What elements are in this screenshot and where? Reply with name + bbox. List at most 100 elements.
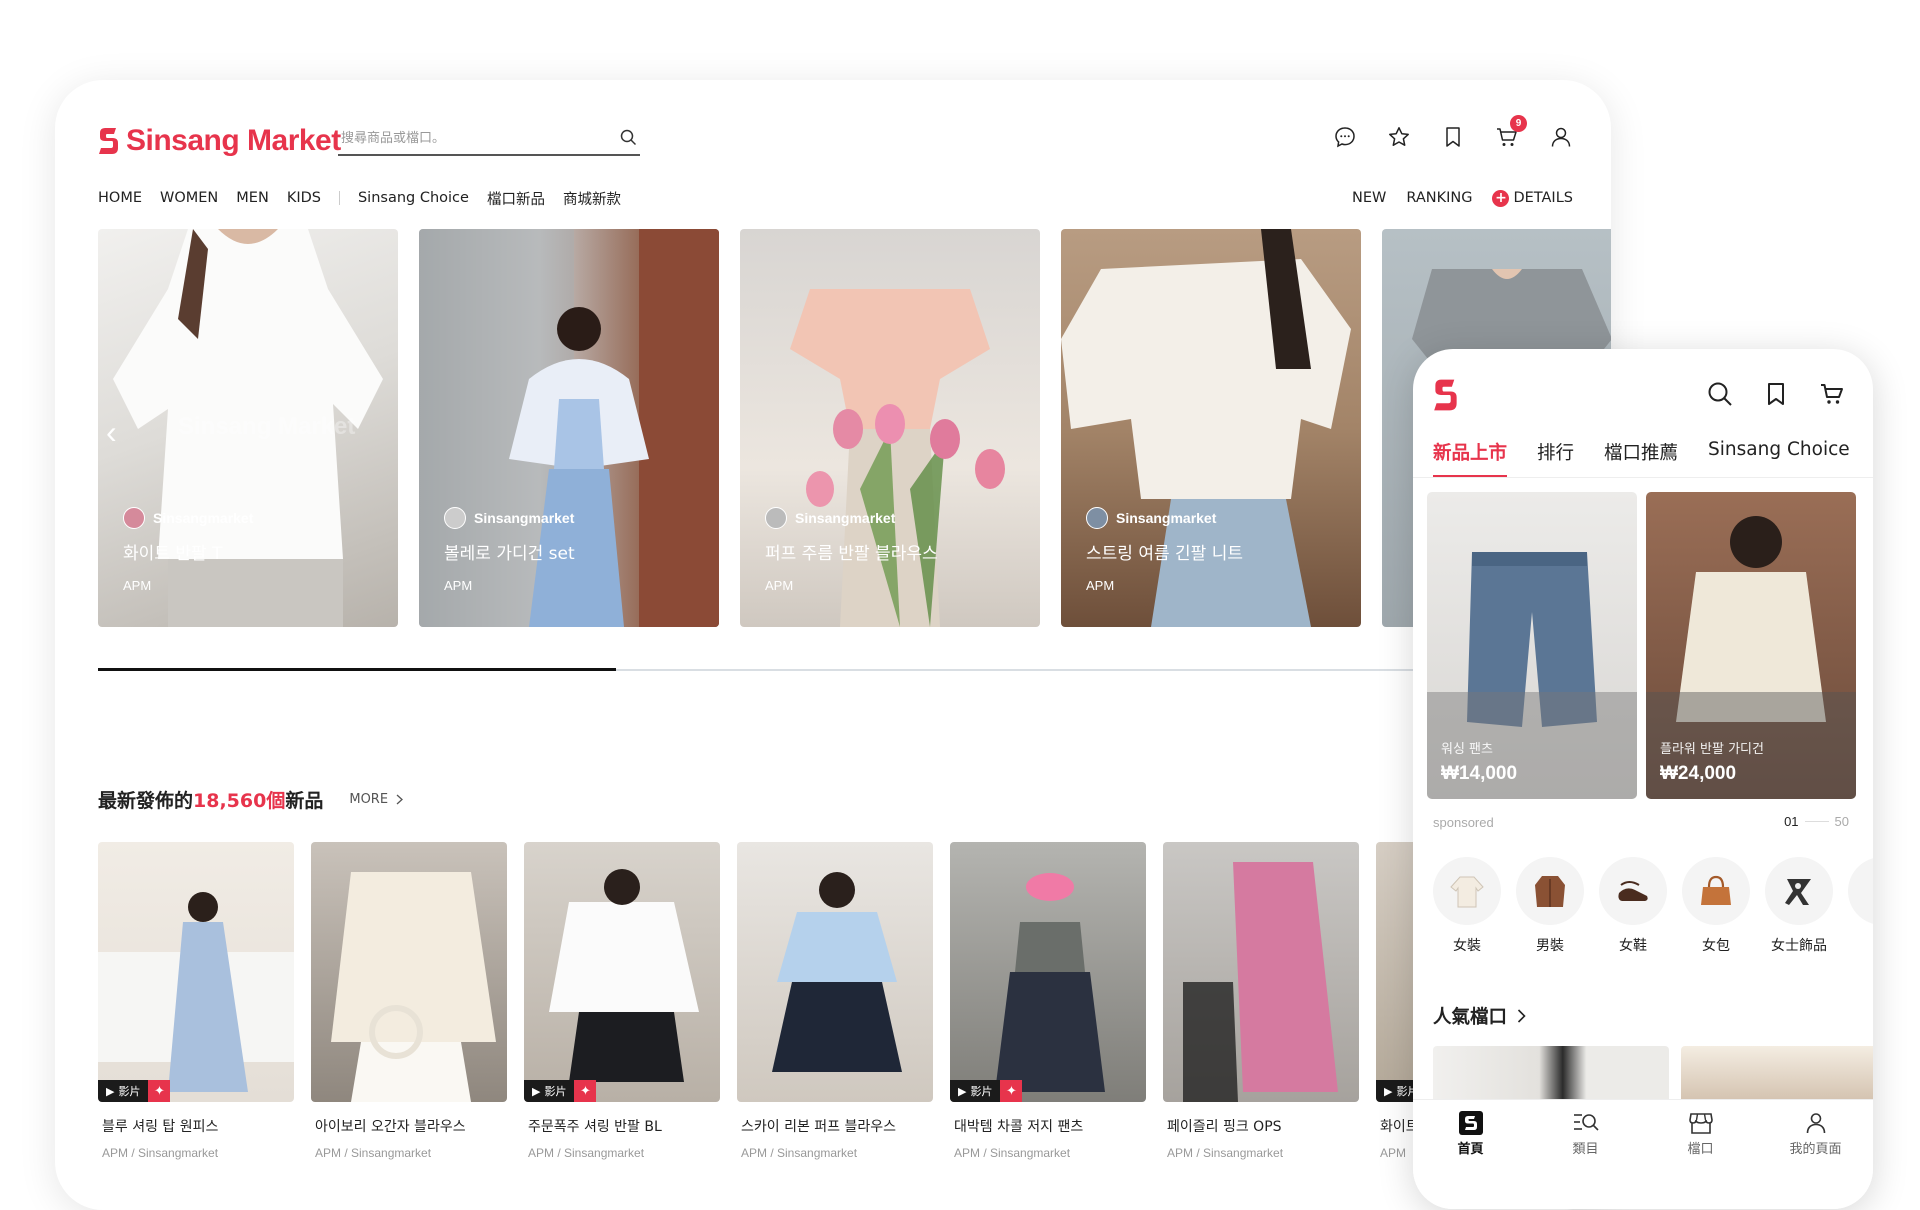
product-meta: APM / Sinsangmarket (315, 1146, 432, 1160)
nav-men[interactable]: MEN (236, 190, 269, 206)
product-meta: APM / Sinsangmarket (741, 1146, 858, 1160)
tabbar-mypage[interactable]: 我的頁面 (1776, 1108, 1856, 1209)
product-card[interactable]: 아이보리 오간자 블라우스 APM / Sinsangmarket (311, 842, 507, 1160)
mobile-brand-logo[interactable] (1433, 377, 1459, 418)
avatar (123, 507, 145, 529)
featured-card[interactable]: 워싱 팬츠 ₩14,000 (1427, 492, 1637, 799)
video-tag: ▶ 影片✦ (950, 1080, 1023, 1102)
product-meta: APM / Sinsangmarket (528, 1146, 645, 1160)
more-link[interactable]: MORE (349, 792, 404, 807)
store-icon (1661, 1108, 1741, 1138)
product-card[interactable]: ▶ 影片 ✦ 블루 셔링 탑 원피스 APM / Sinsangmarket (98, 842, 294, 1160)
product-name: 주문폭주 셔링 반팔 BL (528, 1119, 662, 1135)
hero-card[interactable]: Sinsangmarket 볼레로 가디건 set APM (419, 229, 719, 627)
nav-kids[interactable]: KIDS (287, 190, 321, 206)
play-icon: ▶ 影片 (98, 1080, 149, 1102)
mobile-tabs: 新品上市 排行 檔口推薦 Sinsang Choice 檔 (1433, 439, 1873, 477)
bookmark-icon[interactable] (1441, 125, 1465, 149)
cart-icon[interactable] (1819, 381, 1845, 412)
chevron-left-icon[interactable]: ‹ (106, 414, 117, 451)
product-photo-1 (98, 892, 294, 1092)
video-label: 影片 (970, 1085, 993, 1098)
hero-card[interactable]: ‹ Sinsang Market Sinsangmarket 화이트 반팔 T … (98, 229, 398, 627)
featured-card[interactable]: 플라워 반팔 가디건 ₩24,000 (1646, 492, 1856, 799)
tabbar-label: 我的頁面 (1789, 1142, 1842, 1157)
new-arrivals-heading: 最新發佈的 18,560個 新品 MORE (98, 786, 404, 813)
hero-card[interactable]: Sinsangmarket 퍼프 주름 반팔 블라우스 APM (740, 229, 1040, 627)
hero-brand: APM (444, 578, 473, 593)
featured-carousel: 워싱 팬츠 ₩14,000 플라워 반팔 가디건 ₩24,000 (1427, 492, 1873, 802)
cart-count-badge: 9 (1510, 115, 1527, 132)
cart-icon[interactable]: 9 (1495, 115, 1527, 149)
featured-price: ₩24,000 (1660, 763, 1737, 784)
tab-stall-picks[interactable]: 檔口推薦 (1604, 439, 1678, 477)
hero-title: 스트링 여름 긴팔 니트 (1086, 544, 1243, 564)
product-meta: APM / Sinsangmarket (1167, 1146, 1284, 1160)
product-card[interactable]: 스카이 리본 퍼프 블라우스 APM / Sinsangmarket (737, 842, 933, 1160)
scarf-icon (1765, 857, 1833, 925)
product-card[interactable]: ▶ 影片 ✦ 대박템 차콜 저지 팬츠 APM / Sinsangmarket (950, 842, 1146, 1160)
star-icon[interactable] (1387, 125, 1411, 149)
product-card[interactable]: 페이즐리 핑크 OPS APM / Sinsangmarket (1163, 842, 1359, 1160)
main-nav: HOME WOMEN MEN KIDS Sinsang Choice 檔口新品 … (98, 186, 1573, 210)
nav-mall-new[interactable]: 商城新款 (563, 188, 621, 209)
nav-new[interactable]: NEW (1352, 190, 1386, 206)
chat-icon[interactable] (1333, 125, 1357, 149)
hero-carousel: ‹ Sinsang Market Sinsangmarket 화이트 반팔 T … (98, 229, 1611, 627)
nav-ranking[interactable]: RANKING (1406, 190, 1472, 206)
more-category-icon (1848, 857, 1873, 925)
category-womens-shoes[interactable]: 女鞋 (1599, 857, 1667, 955)
tabbar-label: 類目 (1572, 1142, 1599, 1157)
hero-card[interactable]: Sinsangmarket 스트링 여름 긴팔 니트 APM (1061, 229, 1361, 627)
category-accessories[interactable]: 女士飾品 (1765, 857, 1833, 955)
product-photo-6 (1183, 862, 1338, 1102)
pager-current: 01 (1784, 814, 1799, 829)
product-card[interactable]: ▶ 影片 ✦ 주문폭주 셔링 반팔 BL APM / Sinsangmarket (524, 842, 720, 1160)
product-image (311, 842, 507, 1102)
search-icon[interactable] (620, 129, 637, 151)
user-icon[interactable] (1549, 125, 1573, 149)
section-prefix: 最新發佈的 (98, 790, 194, 812)
category-label: 女包 (1702, 938, 1730, 954)
nav-details[interactable]: + DETAILS (1492, 189, 1573, 207)
category-womens[interactable]: 女裝 (1433, 857, 1501, 955)
hero-brand: APM (1086, 578, 1115, 593)
search-input[interactable] (338, 129, 608, 147)
hero-info: Sinsangmarket 스트링 여름 긴팔 니트 APM (1086, 507, 1243, 593)
hero-brand: APM (765, 578, 794, 593)
featured-info: 플라워 반팔 가디건 ₩24,000 (1660, 738, 1764, 785)
featured-name: 워싱 팬츠 (1441, 742, 1493, 757)
bottom-tab-bar: 首頁 類目 檔口 我的頁面 (1413, 1099, 1873, 1209)
tab-ranking[interactable]: 排行 (1537, 439, 1574, 477)
video-tag: ▶ 影片✦ (524, 1080, 597, 1102)
sponsored-label: sponsored (1433, 815, 1494, 830)
product-image (1163, 842, 1359, 1102)
product-photo-5 (995, 873, 1105, 1092)
mobile-header-icons (1707, 381, 1845, 412)
category-label: 女士飾品 (1771, 938, 1827, 954)
tabbar-home[interactable]: 首頁 (1431, 1108, 1511, 1209)
nav-stall-new[interactable]: 檔口新品 (487, 188, 545, 209)
product-name: 페이즐리 핑크 OPS (1167, 1119, 1282, 1135)
product-image: ▶ 影片✦ (98, 842, 294, 1102)
video-tag: ▶ 影片✦ (98, 1080, 171, 1102)
search-icon[interactable] (1707, 381, 1733, 412)
nav-sinsang-choice[interactable]: Sinsang Choice (358, 190, 469, 206)
category-mens[interactable]: 男裝 (1516, 857, 1584, 955)
tabbar-stall[interactable]: 檔口 (1661, 1108, 1741, 1209)
sinsang-logo-icon (1434, 379, 1457, 411)
category-more[interactable]: ! (1848, 857, 1873, 955)
category-bags[interactable]: 女包 (1682, 857, 1750, 955)
tab-new-arrivals[interactable]: 新品上市 (1433, 439, 1508, 477)
popular-stalls-heading[interactable]: 人氣檔口 (1433, 1003, 1526, 1029)
tab-sinsang-choice[interactable]: Sinsang Choice (1708, 439, 1850, 477)
product-name: 스카이 리본 퍼프 블라우스 (741, 1119, 897, 1135)
bookmark-icon[interactable] (1763, 381, 1789, 412)
category-label: ! (1848, 935, 1873, 951)
shoe-icon (1599, 857, 1667, 925)
new-item-count: 18,560個 (193, 790, 286, 812)
nav-women[interactable]: WOMEN (160, 190, 218, 206)
brand-logo[interactable]: Sinsang Market (98, 124, 341, 158)
tabbar-category[interactable]: 類目 (1546, 1108, 1626, 1209)
nav-home[interactable]: HOME (98, 190, 142, 206)
